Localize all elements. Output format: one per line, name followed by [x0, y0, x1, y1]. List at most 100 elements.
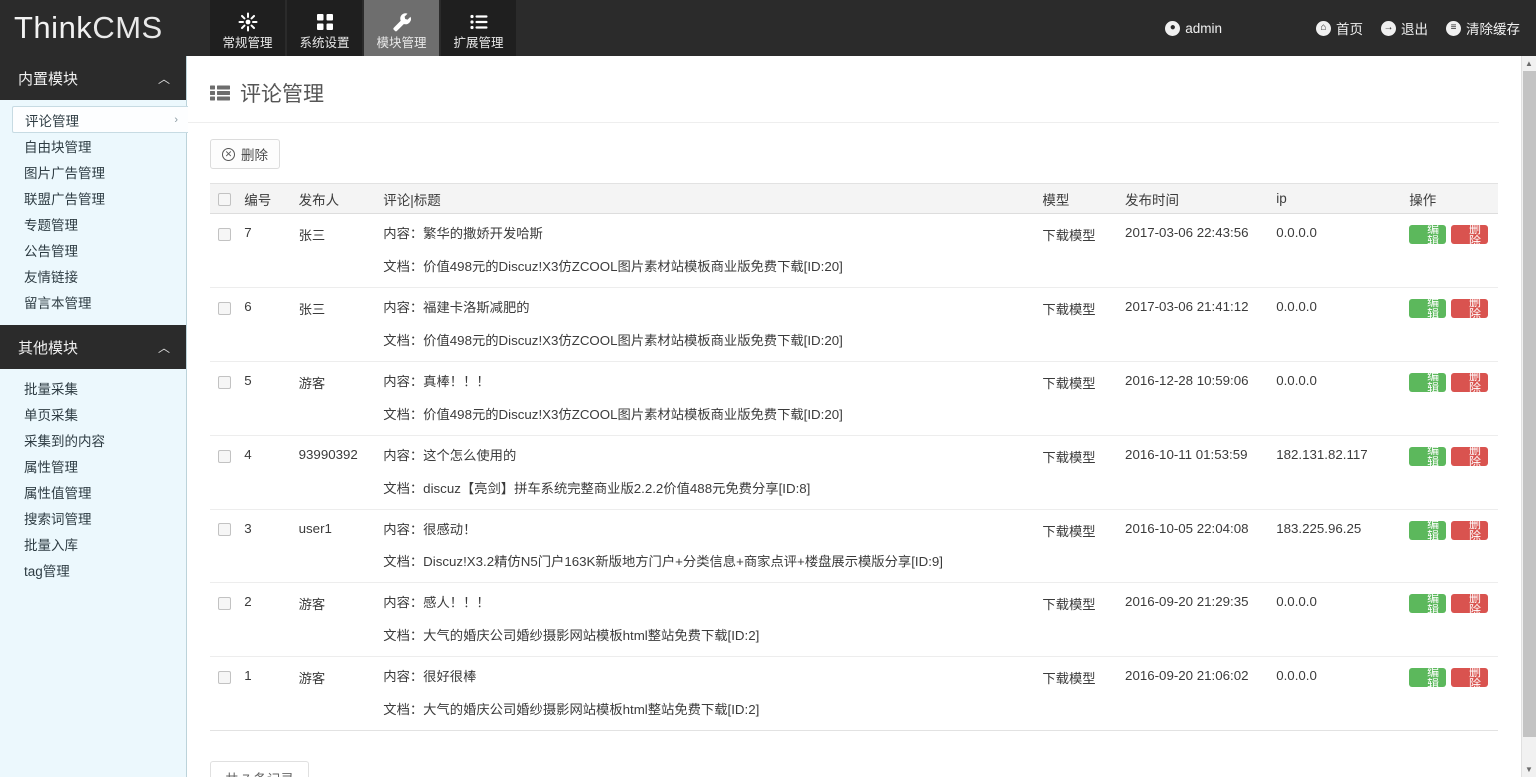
row-checkbox[interactable]: [218, 597, 231, 610]
row-edit-button[interactable]: 编辑: [1409, 668, 1446, 687]
nav-tab-label: 模块管理: [376, 37, 426, 50]
row-edit-button[interactable]: 编辑: [1409, 225, 1446, 244]
table-head: 编号 发布人 评论|标题 模型 发布时间 ip 操作: [210, 184, 1498, 214]
sidebar-group-list-other: 批量采集 单页采集 采集到的内容 属性管理 属性值管理 搜索词管理 批量入库 t…: [0, 369, 186, 593]
comment-document[interactable]: 文档：Discuz!X3.2精仿N5门户163K新版地方门户+分类信息+商家点评…: [383, 553, 1030, 571]
sidebar-item-comment-management[interactable]: 评论管理 ›: [12, 106, 188, 133]
asterisk-icon: [238, 11, 258, 33]
cell-id: 5: [238, 361, 292, 435]
row-delete-button[interactable]: 删除: [1451, 521, 1488, 540]
comment-document[interactable]: 文档：价值498元的Discuz!X3仿ZCOOL图片素材站模板商业版免费下载[…: [383, 406, 1030, 424]
link-home[interactable]: ⌂ 首页: [1316, 18, 1363, 38]
cell-publisher: 93990392: [293, 435, 378, 509]
sidebar-item-free-block-management[interactable]: 自由块管理: [0, 133, 186, 159]
sidebar-item-tag-management[interactable]: tag管理: [0, 557, 186, 583]
row-delete-button[interactable]: 删除: [1451, 225, 1488, 244]
table-row: 5游客内容：真棒！！！文档：价值498元的Discuz!X3仿ZCOOL图片素材…: [210, 361, 1498, 435]
record-count-badge[interactable]: 共 7 条记录: [210, 761, 309, 777]
sidebar-item-alliance-ad-management[interactable]: 联盟广告管理: [0, 185, 186, 211]
row-edit-button[interactable]: 编辑: [1409, 299, 1446, 318]
sidebar-item-guestbook-management[interactable]: 留言本管理: [0, 289, 186, 315]
header-model[interactable]: 模型: [1036, 184, 1119, 214]
link-clear-cache-label: 清除缓存: [1466, 18, 1520, 38]
sidebar-item-batch-import[interactable]: 批量入库: [0, 531, 186, 557]
sidebar-item-label: 批量入库: [24, 534, 78, 554]
sidebar-item-batch-collect[interactable]: 批量采集: [0, 375, 186, 401]
sidebar-group-header-builtin[interactable]: 内置模块 ︿: [0, 56, 186, 100]
vertical-scrollbar[interactable]: ▲ ▼: [1521, 56, 1536, 777]
app-logo[interactable]: ThinkCMS: [0, 0, 210, 56]
row-edit-button[interactable]: 编辑: [1409, 447, 1446, 466]
sidebar-group-header-other[interactable]: 其他模块 ︿: [0, 325, 186, 369]
header-id[interactable]: 编号: [238, 184, 292, 214]
logout-icon: →: [1381, 21, 1396, 36]
link-home-label: 首页: [1336, 18, 1363, 38]
comment-document[interactable]: 文档：价值498元的Discuz!X3仿ZCOOL图片素材站模板商业版免费下载[…: [383, 332, 1030, 350]
row-checkbox[interactable]: [218, 376, 231, 389]
cell-publisher: 游客: [293, 361, 378, 435]
current-user-label: admin: [1185, 21, 1222, 36]
nav-tab-general-management[interactable]: 常规管理: [210, 0, 285, 56]
comment-content: 内容：很感动！: [383, 521, 1030, 539]
row-edit-button[interactable]: 编辑: [1409, 594, 1446, 613]
row-delete-button[interactable]: 删除: [1451, 668, 1488, 687]
comment-document[interactable]: 文档：价值498元的Discuz!X3仿ZCOOL图片素材站模板商业版免费下载[…: [383, 258, 1030, 276]
sidebar-item-search-term-management[interactable]: 搜索词管理: [0, 505, 186, 531]
row-delete-button[interactable]: 删除: [1451, 299, 1488, 318]
nav-tab-system-settings[interactable]: 系统设置: [287, 0, 362, 56]
comment-document[interactable]: 文档：discuz【亮剑】拼车系统完整商业版2.2.2价值488元免费分享[ID…: [383, 480, 1030, 498]
select-all-checkbox[interactable]: [218, 193, 231, 206]
comment-content: 内容：感人！！！: [383, 594, 1030, 612]
scroll-down-arrow[interactable]: ▼: [1522, 762, 1536, 777]
cell-ip: 0.0.0.0: [1270, 361, 1403, 435]
link-clear-cache[interactable]: ≡ 清除缓存: [1446, 18, 1520, 38]
row-select-cell: [210, 657, 238, 731]
row-checkbox[interactable]: [218, 228, 231, 241]
top-right-actions: ● admin ⌂ 首页 → 退出 ≡ 清除缓存: [1165, 0, 1536, 56]
sidebar-item-friendly-links[interactable]: 友情链接: [0, 263, 186, 289]
main-content: 评论管理 ✕ 删除 编号 发布人 评论|标题 模型 发布时间 ip 操作: [188, 56, 1521, 777]
sidebar-item-announcement-management[interactable]: 公告管理: [0, 237, 186, 263]
table-row: 6张三内容：福建卡洛斯减肥的文档：价值498元的Discuz!X3仿ZCOOL图…: [210, 287, 1498, 361]
cell-time: 2017-03-06 22:43:56: [1119, 214, 1270, 288]
current-user[interactable]: ● admin: [1165, 21, 1222, 36]
sidebar-item-image-ad-management[interactable]: 图片广告管理: [0, 159, 186, 185]
scroll-up-arrow[interactable]: ▲: [1522, 56, 1536, 71]
toolbar: ✕ 删除: [188, 123, 1521, 169]
sidebar-group-title: 内置模块: [18, 68, 78, 89]
comment-content: 内容：福建卡洛斯减肥的: [383, 299, 1030, 317]
row-delete-button[interactable]: 删除: [1451, 594, 1488, 613]
sidebar-item-single-page-collect[interactable]: 单页采集: [0, 401, 186, 427]
row-select-cell: [210, 509, 238, 583]
nav-tab-label: 系统设置: [299, 37, 349, 50]
row-edit-button[interactable]: 编辑: [1409, 373, 1446, 392]
link-logout[interactable]: → 退出: [1381, 18, 1428, 38]
row-checkbox[interactable]: [218, 523, 231, 536]
row-select-cell: [210, 583, 238, 657]
row-checkbox[interactable]: [218, 671, 231, 684]
cell-time: 2016-09-20 21:06:02: [1119, 657, 1270, 731]
sidebar-item-attribute-value-management[interactable]: 属性值管理: [0, 479, 186, 505]
header-ip[interactable]: ip: [1270, 184, 1403, 214]
nav-tab-module-management[interactable]: 模块管理: [364, 0, 439, 56]
header-publisher[interactable]: 发布人: [293, 184, 378, 214]
sidebar-item-topic-management[interactable]: 专题管理: [0, 211, 186, 237]
x-circle-icon: ✕: [222, 148, 235, 161]
header-comment[interactable]: 评论|标题: [377, 184, 1036, 214]
row-checkbox[interactable]: [218, 302, 231, 315]
chevron-up-icon: ︿: [158, 339, 170, 356]
cell-id: 3: [238, 509, 292, 583]
row-delete-button[interactable]: 删除: [1451, 373, 1488, 392]
grid-squares-icon: [316, 11, 334, 33]
comment-document[interactable]: 文档：大气的婚庆公司婚纱摄影网站模板html整站免费下载[ID:2]: [383, 701, 1030, 719]
header-time[interactable]: 发布时间: [1119, 184, 1270, 214]
sidebar-item-collected-content[interactable]: 采集到的内容: [0, 427, 186, 453]
sidebar-item-attribute-management[interactable]: 属性管理: [0, 453, 186, 479]
delete-button[interactable]: ✕ 删除: [210, 139, 280, 169]
row-edit-button[interactable]: 编辑: [1409, 521, 1446, 540]
scrollbar-thumb[interactable]: [1523, 71, 1536, 737]
nav-tab-extension-management[interactable]: 扩展管理: [441, 0, 516, 56]
row-checkbox[interactable]: [218, 450, 231, 463]
row-delete-button[interactable]: 删除: [1451, 447, 1488, 466]
comment-document[interactable]: 文档：大气的婚庆公司婚纱摄影网站模板html整站免费下载[ID:2]: [383, 627, 1030, 645]
